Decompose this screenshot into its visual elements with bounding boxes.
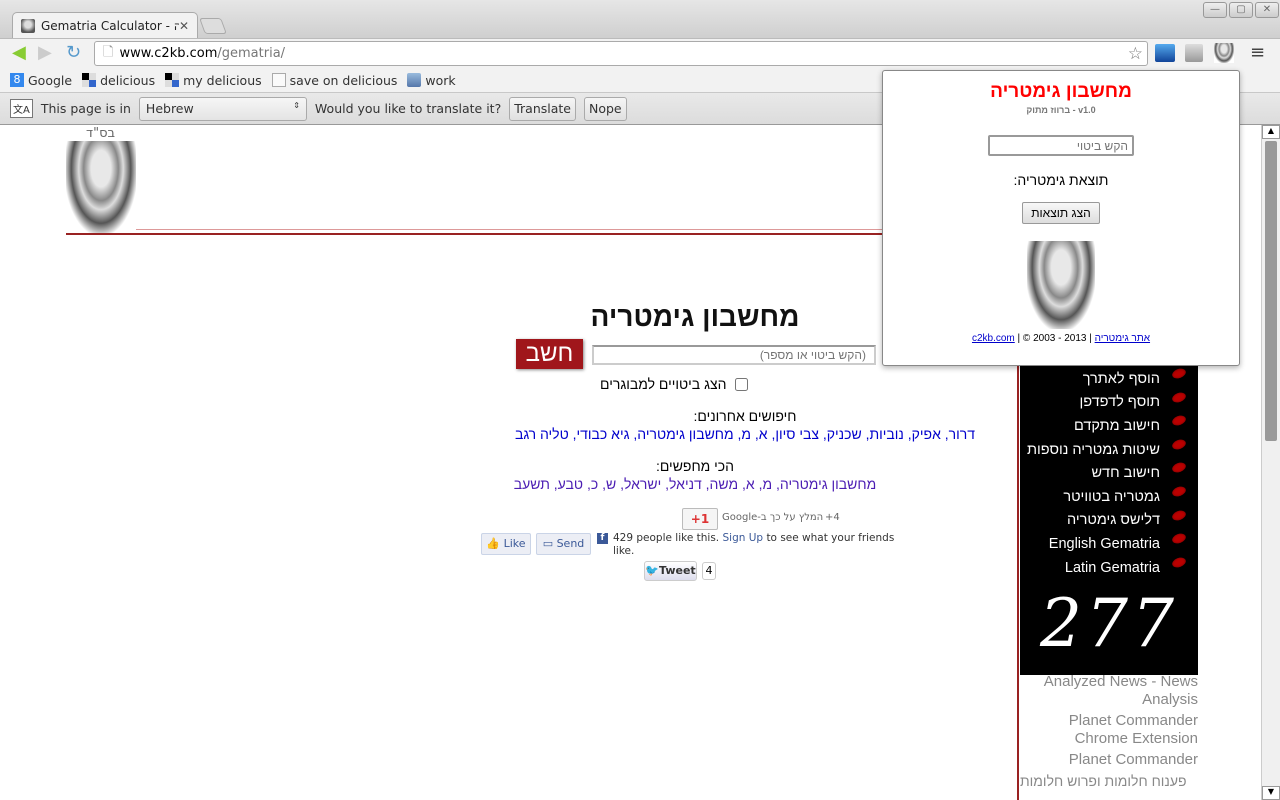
reload-icon[interactable]: ↻ (66, 44, 81, 62)
popup-portrait (1027, 241, 1095, 329)
facebook-icon: f (597, 533, 608, 544)
bsd-label: בס"ד (86, 126, 116, 141)
scroll-down-icon[interactable]: ▼ (1262, 786, 1280, 800)
red-bullet-icon (1170, 366, 1188, 381)
site-logo-portrait[interactable] (66, 141, 136, 233)
delicious-icon (165, 73, 180, 87)
sidebar-item-methods[interactable]: שיטות גמטריה נוספות (1020, 437, 1198, 462)
red-bullet-icon (1170, 461, 1188, 475)
tab-gematria[interactable]: Gematria Calculator - טריה ✕ (12, 12, 198, 38)
back-icon[interactable]: ◀ (12, 44, 26, 62)
site-favicon (21, 18, 35, 33)
red-bullet-icon (1170, 390, 1188, 404)
link-dreams[interactable]: פענוח חלומות ופרוש חלומות (1020, 772, 1198, 790)
c2kb-link[interactable]: c2kb.com (972, 333, 1015, 344)
delicious-icon (82, 73, 97, 87)
google-icon: 8 (10, 73, 24, 87)
recent-searches-links[interactable]: דרור, אפיק, נוביות, שכניק, צבי סיון, א, … (400, 426, 1090, 442)
filter-extension-icon[interactable] (1185, 44, 1203, 62)
search-input[interactable] (592, 345, 876, 365)
page-scrollbar[interactable]: ▲ ▼ (1261, 125, 1280, 800)
popup-copyright: | © 2003 - 2013 | (1017, 333, 1092, 344)
recent-heading: חיפושים אחרונים: (693, 408, 797, 424)
sidebar-item-english[interactable]: English Gematria (1020, 532, 1198, 556)
red-bullet-icon (1170, 437, 1188, 451)
scroll-up-icon[interactable]: ▲ (1262, 125, 1280, 139)
tweet-button[interactable]: 🐦Tweet (644, 561, 697, 581)
minimize-button[interactable]: — (1203, 2, 1227, 18)
show-results-button[interactable]: הצג תוצאות (1022, 202, 1100, 224)
adult-checkbox[interactable] (734, 377, 748, 391)
red-bullet-icon (1170, 414, 1188, 428)
url-domain: www.c2kb.com (119, 46, 218, 61)
sidebar-item-latin[interactable]: Latin Gematria (1020, 555, 1198, 580)
gematria-site-link[interactable]: אתר גימטריה (1095, 333, 1150, 344)
tab-strip: Gematria Calculator - טריה ✕ — ▢ ✕ (0, 0, 1280, 38)
translate-icon: 文A (10, 99, 33, 118)
page-icon: 🗋 (103, 44, 114, 60)
red-bullet-icon (1170, 555, 1188, 569)
link-analyzed-news[interactable]: Analyzed News - News Analysis (1020, 673, 1198, 709)
scroll-thumb[interactable] (1265, 141, 1277, 441)
popular-searches-links[interactable]: מחשבון גימטריה, מ, א, משה, דניאל, ישראל,… (400, 476, 990, 492)
facebook-like-button[interactable]: 👍 Like (481, 533, 531, 555)
sidebar-item-advanced[interactable]: חישוב מתקדם (1020, 414, 1198, 438)
tweet-count: 4 (702, 562, 716, 580)
bookmark-work[interactable]: work (407, 73, 456, 88)
red-bullet-icon (1170, 532, 1188, 546)
tab-title: Gematria Calculator - טריה (41, 18, 179, 33)
twitter-bird-icon: 🐦 (645, 564, 660, 577)
popular-heading: הכי מחפשים: (655, 458, 735, 474)
sidebar-item-browser-extension[interactable]: תוסף לדפדפן (1020, 390, 1198, 415)
popup-input[interactable] (988, 135, 1134, 156)
extension-popup: מחשבון גימטריה v1.0 - ברווז מתוק תוצאת ג… (882, 70, 1240, 366)
star-icon[interactable]: ☆ (1128, 44, 1143, 64)
popup-result-label: תוצאת גימטריה: (1013, 172, 1109, 188)
url-path: /gematria/ (217, 46, 286, 61)
sidebar-item-delicious[interactable]: דלישס גימטריה (1020, 508, 1198, 533)
sidebar-item-new[interactable]: חישוב חדש (1020, 461, 1198, 485)
popup-title: מחשבון גימטריה (990, 81, 1132, 102)
translate-question: Would you like to translate it? (314, 101, 502, 116)
gematria-extension-icon[interactable] (1214, 43, 1234, 63)
link-planet-commander-extension[interactable]: Planet Commander Chrome Extension (1020, 712, 1198, 748)
bookmark-my-delicious[interactable]: my delicious (165, 73, 262, 88)
folder-icon (407, 73, 422, 87)
sidebar-item-add-to-site[interactable]: הוסף לאתרך (1020, 366, 1198, 391)
translate-prefix: This page is in (40, 101, 131, 116)
bookmark-delicious[interactable]: delicious (82, 73, 155, 88)
calculate-button[interactable]: חשב (516, 339, 583, 369)
red-bullet-icon (1170, 508, 1188, 522)
close-tab-icon[interactable]: ✕ (179, 19, 189, 33)
select-arrows-icon: ⇕ (293, 100, 300, 110)
page-icon (271, 73, 286, 87)
menu-icon[interactable]: ≡ (1250, 42, 1265, 63)
nope-button[interactable]: Nope (583, 96, 627, 121)
facebook-signup-link[interactable]: Sign Up (723, 532, 764, 544)
popup-version: v1.0 - ברווז מתוק (1026, 105, 1096, 115)
gplus-text: המלץ על כך ב-Google (722, 512, 824, 523)
red-bullet-icon (1170, 484, 1188, 499)
address-bar[interactable]: 🗋 www.c2kb.com /gematria/ ☆ (94, 41, 1148, 66)
facebook-like-text: 429 people like this. Sign Up to see wha… (613, 532, 895, 557)
close-window-button[interactable]: ✕ (1255, 2, 1279, 18)
screenshot-extension-icon[interactable] (1155, 44, 1175, 62)
277-logo[interactable]: 277 (1020, 579, 1198, 669)
google-plus-one-button[interactable]: +1 (682, 508, 718, 530)
bookmark-google[interactable]: 8 Google (10, 73, 72, 88)
link-planet-commander[interactable]: Planet Commander (1020, 751, 1198, 769)
facebook-send-button[interactable]: ▭ Send (536, 533, 591, 555)
language-select[interactable]: Hebrew ⇕ (138, 96, 307, 121)
bookmark-save-on-delicious[interactable]: save on delicious (271, 73, 397, 88)
maximize-button[interactable]: ▢ (1229, 2, 1253, 18)
sidebar-item-twitter[interactable]: גמטריה בטוויטר (1020, 484, 1198, 509)
translate-button[interactable]: Translate (509, 96, 576, 121)
forward-icon[interactable]: ▶ (38, 44, 52, 62)
new-tab-button[interactable] (199, 18, 227, 34)
gplus-count: +4 (825, 512, 840, 523)
adult-checkbox-label: הצג ביטויים למבוגרים (600, 376, 727, 392)
browser-toolbar: ◀ ▶ ↻ 🗋 www.c2kb.com /gematria/ ☆ ≡ (0, 38, 1280, 68)
